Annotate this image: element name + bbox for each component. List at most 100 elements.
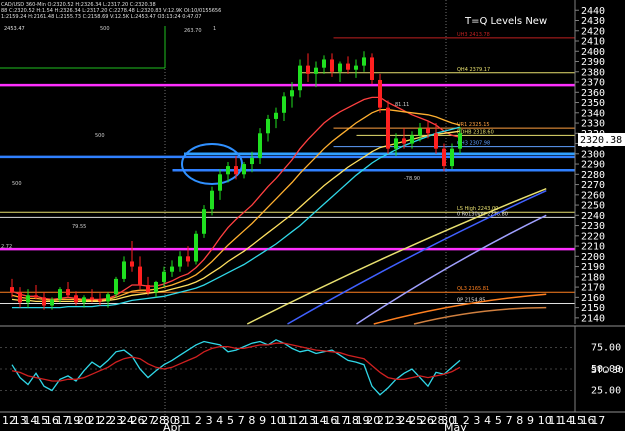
level-label: UR1 2325.15 xyxy=(457,122,490,128)
date-tick-label: 8 xyxy=(248,414,255,427)
candle-body xyxy=(306,65,310,74)
candle-body xyxy=(258,133,262,158)
chart-annotation: 500 xyxy=(100,26,110,32)
candle-body xyxy=(266,118,270,134)
date-tick-label: 4 xyxy=(484,414,491,427)
candle-body xyxy=(346,63,350,70)
chart-annotation: 2.72 xyxy=(1,244,12,250)
candle-body xyxy=(290,90,294,97)
candle-body xyxy=(458,133,462,149)
level-label: UH3 2413.78 xyxy=(457,32,490,38)
candle-body xyxy=(162,271,166,282)
candle-body xyxy=(202,209,206,234)
price-tick-label: 2230 xyxy=(581,221,605,232)
price-tick-label: 2220 xyxy=(581,231,605,242)
candle-body xyxy=(194,233,198,262)
candle-body xyxy=(178,256,182,267)
candle-body xyxy=(450,148,454,167)
candle-body xyxy=(106,294,110,302)
price-tick-label: 2190 xyxy=(581,262,605,273)
candle-body xyxy=(66,289,70,296)
price-tick-label: 2420 xyxy=(581,26,605,37)
last-price-label: 2320.38 xyxy=(580,135,622,146)
price-tick-label: 2380 xyxy=(581,67,605,78)
date-tick-label: 17 xyxy=(591,414,605,427)
price-tick-label: 2210 xyxy=(581,242,605,253)
osc-tick-label: 75.00 xyxy=(591,343,621,354)
chart-annotation: -78.90 xyxy=(404,176,420,182)
candle-body xyxy=(442,148,446,167)
header-line-3: 1:2159.24 H:2161.48 L:2155.73 C:2158.69 … xyxy=(1,14,201,20)
candle-body xyxy=(426,128,430,134)
ma-line xyxy=(11,109,461,302)
candle-body xyxy=(298,65,302,91)
candle-body xyxy=(18,292,22,303)
price-tick-label: 2440 xyxy=(581,6,605,17)
level-label: RDHB 2318.60 xyxy=(457,129,494,135)
chart-annotation: 81.11 xyxy=(395,102,409,108)
chart-annotation: 500 xyxy=(95,133,105,139)
date-tick-label: 4 xyxy=(216,414,223,427)
price-tick-label: 2290 xyxy=(581,160,605,171)
price-tick-label: 2260 xyxy=(581,190,605,201)
price-tick-label: 2240 xyxy=(581,211,605,222)
osc-tick-label: 25.00 xyxy=(591,386,621,397)
price-grid xyxy=(0,0,447,431)
candle-body xyxy=(34,295,38,298)
candle-body xyxy=(402,138,406,144)
candle-body xyxy=(98,299,102,302)
price-tick-label: 2140 xyxy=(581,313,605,324)
price-tick-label: 2340 xyxy=(581,108,605,119)
candle-body xyxy=(378,79,382,108)
candle-body xyxy=(322,59,326,68)
date-tick-label: 3 xyxy=(206,414,213,427)
price-chart: UH3 2413.78 QH4 2379.17 UR1 2325.15RDHB 23… xyxy=(0,0,625,431)
candle-body xyxy=(138,266,142,286)
date-tick-label: 9 xyxy=(259,414,266,427)
chart-title: T=Q Levels New xyxy=(464,16,547,27)
oscillator-title: STO 30 xyxy=(591,366,624,376)
candle-body xyxy=(90,297,94,300)
price-tick-label: 2200 xyxy=(581,252,605,263)
price-tick-label: 2400 xyxy=(581,47,605,58)
price-tick-label: 2160 xyxy=(581,293,605,304)
candle-body xyxy=(410,135,414,144)
osc-line xyxy=(11,342,461,382)
candle-body xyxy=(146,285,150,293)
price-tick-label: 2350 xyxy=(581,98,605,109)
date-tick-label: 5 xyxy=(227,414,234,427)
candle-body xyxy=(362,57,366,66)
price-tick-label: 2300 xyxy=(581,149,605,160)
price-tick-label: 2410 xyxy=(581,37,605,48)
candle-body xyxy=(10,287,14,293)
date-tick-label: 9 xyxy=(527,414,534,427)
price-tick-label: 2330 xyxy=(581,119,605,130)
price-tick-label: 2180 xyxy=(581,272,605,283)
price-axis: 2140215021602170218021902200221022202230… xyxy=(574,0,605,324)
candle-body xyxy=(394,138,398,149)
highlight-ellipse xyxy=(181,143,243,186)
month-label-may: May xyxy=(444,421,467,431)
candle-body xyxy=(330,59,334,72)
candle-body xyxy=(370,57,374,80)
candle-body xyxy=(418,128,422,136)
candle-body xyxy=(130,261,134,267)
price-tick-label: 2280 xyxy=(581,170,605,181)
stochastic-panel: 25.0050.0075.00 xyxy=(0,325,625,412)
date-tick-label: 2 xyxy=(195,414,202,427)
candle-body xyxy=(354,65,358,70)
candle-body xyxy=(154,281,158,293)
candles: 500 1 500 263.70 81.11 -78.90 79.55 2.72 500 xyxy=(1,26,462,310)
date-axis: 12131415161719202122232426272830311 2 3 4 5 7… xyxy=(0,411,625,431)
candle-body xyxy=(386,107,390,149)
candle-body xyxy=(338,63,342,72)
header-line-4: 2453.47 xyxy=(4,26,25,32)
candle-body xyxy=(234,166,238,175)
moving-averages xyxy=(11,96,461,309)
chart-annotation: 263.70 xyxy=(184,28,202,34)
chart-annotation: 500 xyxy=(12,181,22,187)
candle-body xyxy=(74,295,78,303)
candle-body xyxy=(314,67,318,74)
price-tick-label: 2390 xyxy=(581,57,605,68)
candle-body xyxy=(58,289,62,300)
